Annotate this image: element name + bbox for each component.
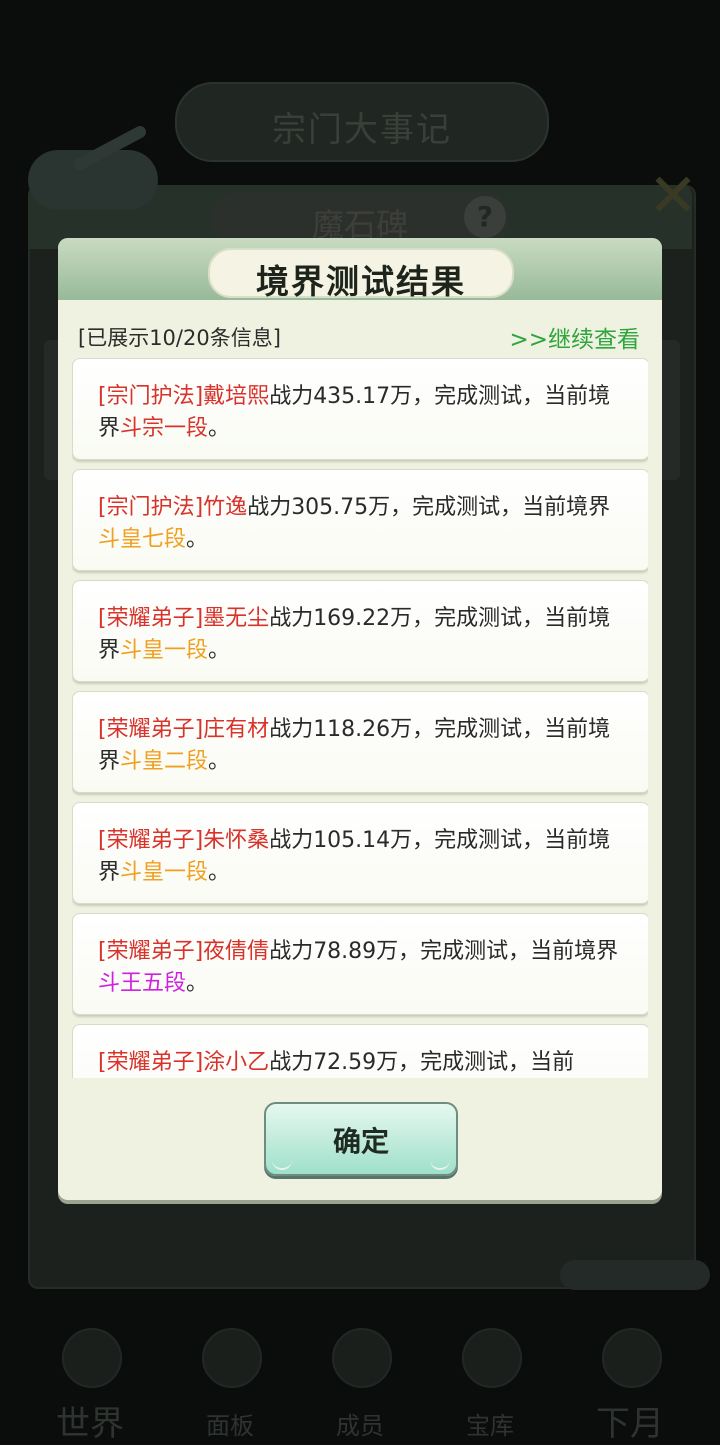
nav-treasury[interactable]: 宝库: [430, 1310, 550, 1440]
continue-viewing-link[interactable]: >>继续查看: [509, 320, 640, 354]
nav-panel-label: 面板: [206, 1412, 254, 1440]
record-card: [荣耀弟子]朱怀桑战力105.14万，完成测试，当前境界斗皇一段。: [72, 802, 648, 904]
background-title: 宗门大事记: [272, 110, 452, 150]
record-name: 夜倩倩: [203, 939, 270, 964]
record-realm: 斗皇一段: [120, 638, 209, 663]
bottom-nav-bar: 世界 面板 成员 宝库 下月: [0, 1310, 720, 1444]
confirm-button-label: 确定: [332, 1125, 389, 1158]
help-icon[interactable]: ?: [464, 196, 506, 238]
record-end: 。: [208, 860, 231, 885]
record-rank: [荣耀弟子]: [98, 939, 204, 964]
record-text: [宗门护法]戴培熙战力435.17万，完成测试，当前境界斗宗一段。: [98, 381, 623, 445]
record-name: 朱怀桑: [203, 828, 270, 853]
record-name: 墨无尘: [203, 606, 270, 631]
record-end: 。: [208, 749, 231, 774]
record-end: 。: [186, 971, 209, 996]
record-text: [荣耀弟子]朱怀桑战力105.14万，完成测试，当前境界斗皇一段。: [98, 825, 623, 889]
nav-members-label: 成员: [336, 1412, 384, 1440]
record-name: 戴培熙: [203, 384, 270, 409]
record-card: [荣耀弟子]涂小乙战力72.59万，完成测试，当前: [72, 1024, 648, 1078]
treasury-icon: [462, 1328, 522, 1388]
dialog-title: 境界测试结果: [256, 262, 466, 301]
record-rank: [荣耀弟子]: [98, 717, 204, 742]
record-end: 。: [186, 527, 209, 552]
close-icon[interactable]: ✕: [638, 166, 708, 226]
dialog-title-pill: 境界测试结果: [208, 248, 514, 301]
record-text: [荣耀弟子]夜倩倩战力78.89万，完成测试，当前境界斗王五段。: [98, 936, 623, 1000]
nav-next-month[interactable]: 下月: [570, 1310, 690, 1444]
record-realm: 斗宗一段: [120, 416, 209, 441]
record-text: [宗门护法]竹逸战力305.75万，完成测试，当前境界斗皇七段。: [98, 492, 623, 556]
record-power-text: 战力72.59万，完成测试，当前: [269, 1050, 575, 1075]
record-realm: 斗王五段: [98, 971, 187, 996]
record-card: [宗门护法]戴培熙战力435.17万，完成测试，当前境界斗宗一段。: [72, 358, 648, 460]
record-card: [宗门护法]竹逸战力305.75万，完成测试，当前境界斗皇七段。: [72, 469, 648, 571]
nav-next-month-label: 下月: [596, 1404, 664, 1444]
world-icon: [62, 1328, 122, 1388]
members-icon: [332, 1328, 392, 1388]
nav-panel[interactable]: 面板: [170, 1310, 290, 1440]
record-rank: [荣耀弟子]: [98, 1050, 204, 1075]
nav-world[interactable]: 世界: [30, 1310, 150, 1444]
info-count: [已展示10/20条信息]: [78, 326, 281, 350]
record-realm: 斗皇二段: [120, 749, 209, 774]
next-month-icon: [602, 1328, 662, 1388]
record-list[interactable]: [宗门护法]戴培熙战力435.17万，完成测试，当前境界斗宗一段。 [宗门护法]竹…: [72, 358, 648, 1078]
panel-icon: [202, 1328, 262, 1388]
record-rank: [宗门护法]: [98, 384, 204, 409]
background-title-banner: 宗门大事记: [175, 82, 549, 162]
record-text: [荣耀弟子]涂小乙战力72.59万，完成测试，当前: [98, 1047, 623, 1078]
record-name: 涂小乙: [203, 1050, 270, 1075]
confirm-button[interactable]: 确定: [264, 1102, 458, 1176]
record-rank: [宗门护法]: [98, 495, 204, 520]
realm-test-dialog: 境界测试结果 [已展示10/20条信息] >>继续查看 [宗门护法]戴培熙战力4…: [58, 238, 662, 1200]
nav-world-label: 世界: [56, 1404, 124, 1444]
nav-members[interactable]: 成员: [300, 1310, 420, 1440]
record-end: 。: [208, 416, 231, 441]
record-text: [荣耀弟子]墨无尘战力169.22万，完成测试，当前境界斗皇一段。: [98, 603, 623, 667]
record-realm: 斗皇一段: [120, 860, 209, 885]
record-power-text: 战力305.75万，完成测试，当前境界: [247, 495, 611, 520]
record-card: [荣耀弟子]夜倩倩战力78.89万，完成测试，当前境界斗王五段。: [72, 913, 648, 1015]
record-card: [荣耀弟子]墨无尘战力169.22万，完成测试，当前境界斗皇一段。: [72, 580, 648, 682]
record-rank: [荣耀弟子]: [98, 828, 204, 853]
record-name: 竹逸: [203, 495, 248, 520]
record-end: 。: [208, 638, 231, 663]
record-rank: [荣耀弟子]: [98, 606, 204, 631]
nav-treasury-label: 宝库: [466, 1412, 514, 1440]
record-realm: 斗皇七段: [98, 527, 187, 552]
button-corner-decoration: [272, 1160, 292, 1170]
button-corner-decoration: [430, 1160, 450, 1170]
record-card: [荣耀弟子]庄有材战力118.26万，完成测试，当前境界斗皇二段。: [72, 691, 648, 793]
record-power-text: 战力78.89万，完成测试，当前境界: [269, 939, 619, 964]
background-bottom-decoration: [560, 1260, 710, 1290]
record-name: 庄有材: [203, 717, 270, 742]
dialog-header: 境界测试结果: [58, 238, 662, 301]
record-text: [荣耀弟子]庄有材战力118.26万，完成测试，当前境界斗皇二段。: [98, 714, 623, 778]
